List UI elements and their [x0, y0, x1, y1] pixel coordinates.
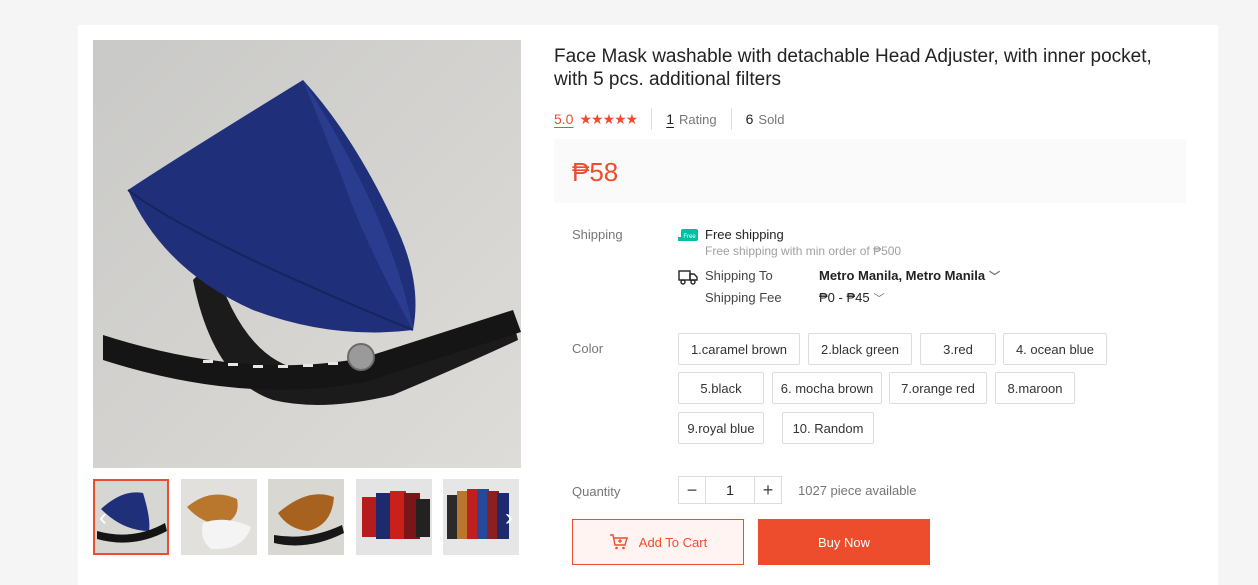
rating-label: Rating	[679, 111, 717, 127]
quantity-label: Quantity	[572, 484, 621, 499]
chevron-down-icon: ﹀	[873, 293, 885, 305]
divider	[651, 108, 653, 130]
rating-stars-icon: ★★★★★	[579, 110, 638, 127]
stock-available: 1027 piece available	[798, 482, 917, 498]
sold-count: 6	[745, 111, 754, 127]
product-main-image[interactable]	[93, 40, 521, 468]
thumbnail-4[interactable]	[356, 479, 432, 555]
free-shipping-icon: Free	[678, 229, 698, 241]
quantity-stepper: − 1 + 1027 piece available	[678, 476, 917, 504]
free-shipping-note: Free shipping with min order of ₱500	[705, 244, 902, 258]
thumbnail-strip: ‹ ›	[93, 479, 521, 557]
thumbnail-3[interactable]	[268, 479, 344, 555]
thumbnail-2[interactable]	[181, 479, 257, 555]
add-to-cart-button[interactable]: Add To Cart	[572, 519, 744, 565]
quantity-input[interactable]: 1	[706, 476, 754, 504]
ship-to-label: Shipping To	[705, 268, 773, 283]
shipping-fee-value[interactable]: ₱0 - ₱45 ﹀	[819, 290, 885, 306]
product-price: ₱58	[572, 157, 619, 187]
quantity-increase-button[interactable]: +	[754, 476, 782, 504]
color-option[interactable]: 8.maroon	[995, 372, 1075, 404]
price-box: ₱58	[554, 139, 1186, 203]
color-option[interactable]: 5.black	[678, 372, 764, 404]
sold-label: Sold	[758, 111, 785, 127]
color-option[interactable]: 2.black green	[808, 333, 912, 365]
buy-now-label: Buy Now	[817, 534, 871, 550]
color-option[interactable]: 4. ocean blue	[1003, 333, 1107, 365]
rating-count[interactable]: 1	[666, 111, 674, 127]
product-card: ‹ › Face Mask washable with detachable H…	[78, 25, 1218, 585]
color-label: Color	[572, 341, 604, 356]
free-shipping-title: Free shipping	[705, 227, 784, 242]
color-option[interactable]: 3.red	[920, 333, 996, 365]
color-option[interactable]: 1.caramel brown	[678, 333, 800, 365]
buy-now-button[interactable]: Buy Now	[758, 519, 930, 565]
prev-image-arrow[interactable]: ‹	[93, 503, 113, 533]
ship-to-value[interactable]: Metro Manila, Metro Manila ﹀	[819, 268, 1000, 284]
rating-value[interactable]: 5.0	[554, 111, 573, 127]
cart-icon	[609, 534, 628, 550]
color-option[interactable]: 9.royal blue	[678, 412, 764, 444]
product-title: Face Mask washable with detachable Head …	[554, 46, 1152, 90]
svg-text:Free: Free	[683, 234, 696, 240]
color-option[interactable]: 10. Random	[782, 412, 874, 444]
truck-icon	[678, 270, 698, 285]
color-option[interactable]: 7.orange red	[889, 372, 987, 404]
shipping-label: Shipping	[572, 227, 623, 242]
add-to-cart-label: Add To Cart	[638, 534, 708, 550]
next-image-arrow[interactable]: ›	[499, 503, 519, 533]
color-option[interactable]: 6. mocha brown	[772, 372, 882, 404]
chevron-down-icon: ﹀	[989, 271, 1001, 283]
quantity-decrease-button[interactable]: −	[678, 476, 706, 504]
product-stats: 5.0 ★★★★★ 1 Rating 6 Sold	[554, 108, 785, 130]
shipping-fee-label: Shipping Fee	[705, 290, 782, 305]
divider	[730, 108, 732, 130]
